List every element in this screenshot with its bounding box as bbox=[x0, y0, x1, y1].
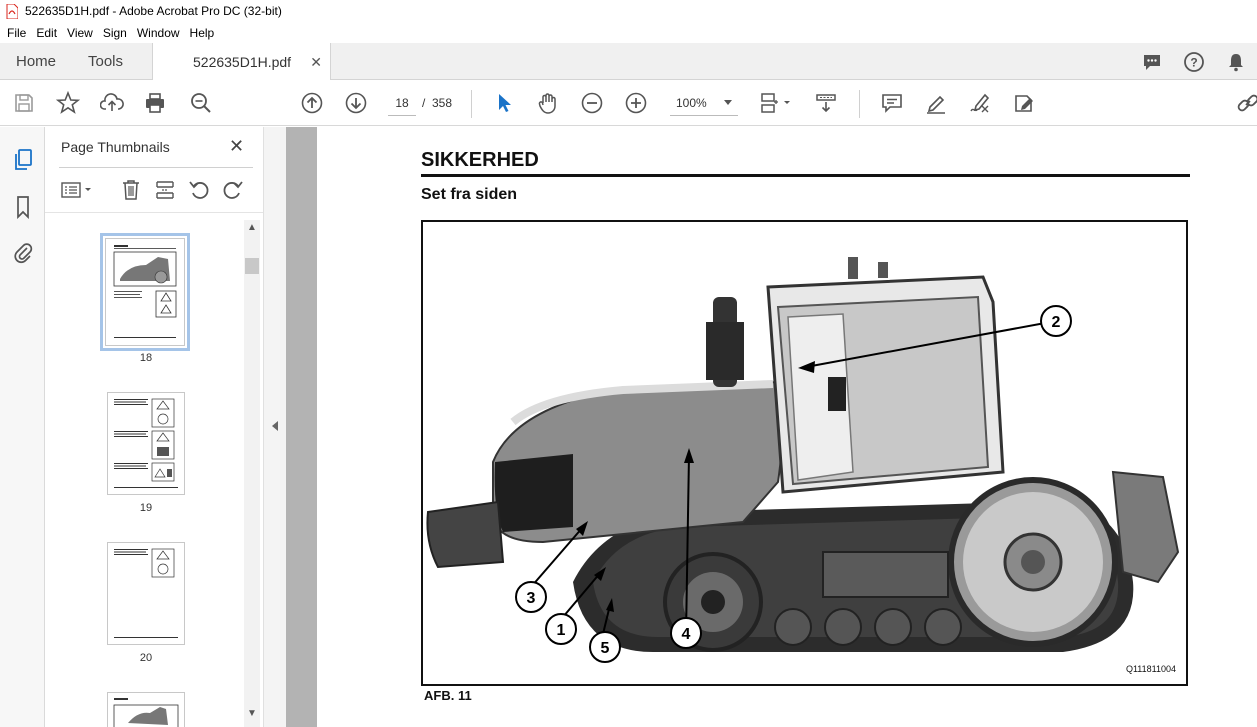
chevron-down-icon bbox=[724, 100, 732, 105]
panel-title: Page Thumbnails bbox=[61, 139, 170, 155]
menu-sign[interactable]: Sign bbox=[99, 26, 131, 40]
heading-rule bbox=[421, 174, 1190, 177]
total-pages: 358 bbox=[432, 96, 453, 110]
menu-window[interactable]: Window bbox=[133, 26, 184, 40]
close-tab-icon[interactable]: ✕ bbox=[310, 54, 322, 71]
thumbnail-page-number: 20 bbox=[139, 652, 153, 664]
page-separator: / bbox=[422, 96, 426, 110]
page-heading: SIKKERHED bbox=[421, 149, 539, 171]
fill-sign-icon[interactable] bbox=[1012, 91, 1036, 115]
scroll-mode-icon[interactable] bbox=[814, 91, 838, 115]
menu-edit[interactable]: Edit bbox=[32, 26, 61, 40]
callout-label: 2 bbox=[1052, 314, 1061, 331]
toolbar-separator bbox=[471, 90, 472, 118]
extract-pages-icon[interactable] bbox=[153, 178, 177, 202]
save-icon[interactable] bbox=[12, 91, 36, 115]
help-icon[interactable]: ? bbox=[1173, 51, 1215, 73]
zoom-value: 100% bbox=[676, 95, 707, 110]
page-thumbnails-icon[interactable] bbox=[11, 148, 35, 172]
navigation-rail bbox=[0, 127, 45, 727]
comment-icon[interactable] bbox=[1131, 52, 1173, 72]
rotate-right-icon[interactable] bbox=[221, 178, 245, 202]
page-display-icon[interactable] bbox=[758, 91, 792, 115]
comment-note-icon[interactable] bbox=[880, 91, 904, 115]
tab-bar-actions: ? bbox=[1131, 43, 1257, 80]
tab-home[interactable]: Home bbox=[16, 43, 56, 80]
tractor-illustration: 2 3 1 5 4 bbox=[426, 257, 1180, 663]
hand-tool-icon[interactable] bbox=[536, 91, 560, 115]
tab-tools[interactable]: Tools bbox=[88, 43, 123, 80]
zoom-search-icon[interactable] bbox=[189, 91, 213, 115]
scrollbar-thumb[interactable] bbox=[245, 258, 259, 274]
page-thumbnail-partial[interactable] bbox=[107, 692, 185, 727]
thumbnail-page-number: 18 bbox=[139, 352, 153, 364]
previous-page-icon[interactable] bbox=[300, 91, 324, 115]
zoom-dropdown[interactable]: 100% bbox=[670, 90, 738, 116]
print-icon[interactable] bbox=[143, 91, 167, 115]
thumbnail-options-icon[interactable] bbox=[59, 178, 95, 202]
page-number-input[interactable]: 18 bbox=[388, 90, 416, 116]
menu-bar: File Edit View Sign Window Help bbox=[0, 22, 1257, 43]
bookmarks-icon[interactable] bbox=[11, 195, 35, 219]
thumbnails-panel: Page Thumbnails ✕ 18 19 20 bbox=[45, 127, 263, 727]
callout-label: 5 bbox=[601, 640, 610, 657]
menu-help[interactable]: Help bbox=[186, 26, 219, 40]
highlight-pen-icon[interactable] bbox=[924, 91, 948, 115]
page-thumbnail-18[interactable] bbox=[100, 233, 190, 351]
select-cursor-icon[interactable] bbox=[492, 91, 516, 115]
title-bar: 522635D1H.pdf - Adobe Acrobat Pro DC (32… bbox=[0, 0, 1257, 22]
main-toolbar bbox=[0, 80, 1257, 126]
sign-pen-icon[interactable] bbox=[968, 91, 992, 115]
collapse-panel-icon[interactable] bbox=[272, 421, 278, 431]
zoom-out-icon[interactable] bbox=[580, 91, 604, 115]
thumbnails-scrollbar[interactable]: ▲ ▼ bbox=[244, 220, 260, 727]
rotate-left-icon[interactable] bbox=[187, 178, 211, 202]
scroll-up-icon[interactable]: ▲ bbox=[247, 222, 257, 233]
bookmark-star-icon[interactable] bbox=[56, 91, 80, 115]
menu-file[interactable]: File bbox=[3, 26, 30, 40]
next-page-icon[interactable] bbox=[344, 91, 368, 115]
toolbar-separator bbox=[859, 90, 860, 118]
svg-text:?: ? bbox=[1190, 55, 1197, 69]
callout-label: 4 bbox=[682, 626, 691, 643]
tab-bar: Home Tools 522635D1H.pdf ✕ ? bbox=[0, 43, 1257, 81]
figure-caption: AFB. 11 bbox=[424, 688, 472, 703]
panel-toolbar-divider bbox=[45, 212, 263, 213]
panel-splitter[interactable] bbox=[263, 127, 286, 727]
acrobat-pdf-icon bbox=[5, 3, 19, 19]
attachments-paperclip-icon[interactable] bbox=[11, 240, 35, 264]
tab-document[interactable]: 522635D1H.pdf ✕ bbox=[152, 43, 331, 81]
tab-document-label: 522635D1H.pdf bbox=[193, 54, 292, 70]
callout-label: 3 bbox=[527, 590, 536, 607]
menu-view[interactable]: View bbox=[63, 26, 97, 40]
close-panel-icon[interactable]: ✕ bbox=[229, 136, 244, 157]
thumbnail-page-number: 19 bbox=[139, 502, 153, 514]
panel-divider bbox=[59, 167, 253, 168]
delete-page-icon[interactable] bbox=[119, 178, 143, 202]
notification-bell-icon[interactable] bbox=[1215, 52, 1257, 72]
scroll-down-icon[interactable]: ▼ bbox=[247, 708, 257, 719]
page-thumbnail-19[interactable] bbox=[107, 392, 185, 495]
tractor-figure: 2 3 1 5 4 Q111811004 bbox=[421, 220, 1188, 686]
zoom-in-icon[interactable] bbox=[624, 91, 648, 115]
link-icon[interactable] bbox=[1236, 91, 1257, 115]
window-title: 522635D1H.pdf - Adobe Acrobat Pro DC (32… bbox=[25, 4, 282, 18]
pdf-page: SIKKERHED Set fra siden 2 3 1 5 4 Q11181… bbox=[317, 127, 1257, 727]
page-thumbnail-20[interactable] bbox=[107, 542, 185, 645]
page-subheading: Set fra siden bbox=[421, 186, 518, 203]
document-viewer[interactable]: SIKKERHED Set fra siden 2 3 1 5 4 Q11181… bbox=[286, 127, 1257, 727]
callout-label: 1 bbox=[557, 622, 566, 639]
share-upload-icon[interactable] bbox=[100, 91, 124, 115]
figure-code: Q111811004 bbox=[1125, 664, 1176, 674]
